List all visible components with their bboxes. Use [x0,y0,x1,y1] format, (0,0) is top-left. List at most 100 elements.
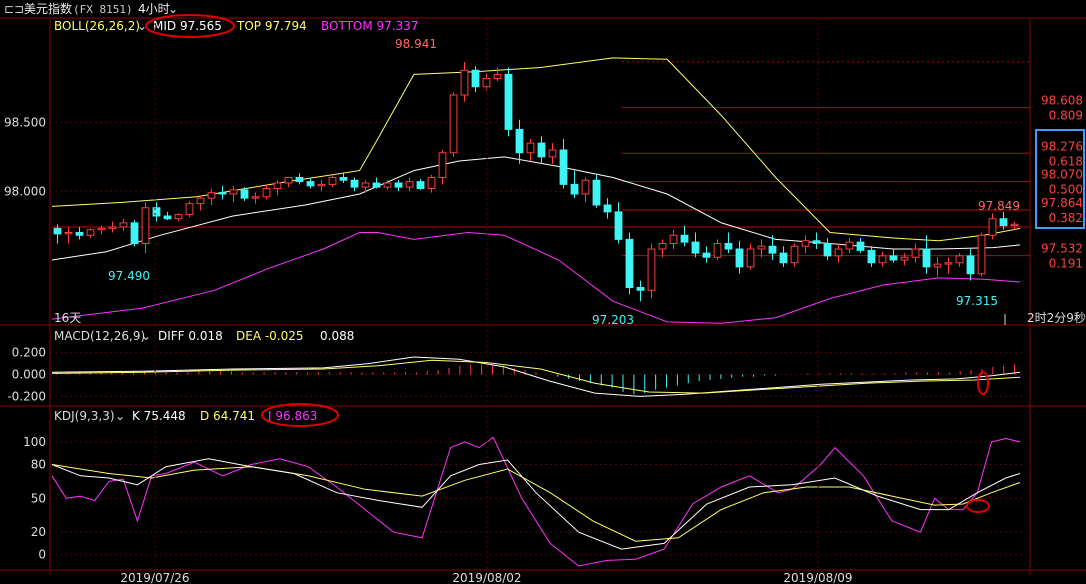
candle [702,246,711,263]
candle-body [328,177,337,185]
candle-body [163,215,172,220]
date-tick-label: 2019/08/09 [783,571,852,584]
candle [251,192,260,204]
stock-chart[interactable]: ⊏⊐ 美元指数 (FX 8151) 4小时 ⌄ 98.6080.809 98.27… [0,0,1086,584]
macd-y-axis: 0.200 0.000 -0.200 [7,346,46,404]
candle-body [933,263,942,268]
candle-body [603,204,612,213]
candle [680,225,689,247]
candle [570,170,579,199]
macd-histogram [56,364,1016,395]
candle-body [317,183,326,187]
period-selector[interactable]: 4小时 [138,2,170,16]
candle-body [746,248,755,268]
candle-body [735,248,744,268]
candle-body [86,229,95,236]
candle [790,243,799,267]
candle [471,66,480,93]
macd-grid [50,352,1026,397]
price-y-axis: 98.500 98.000 [4,116,46,199]
macd-highlight-ellipse [977,371,989,395]
candle-body [75,232,84,236]
candle-body [812,240,821,244]
macd-diff-value: DIFF 0.018 [158,329,223,343]
candle [878,251,887,267]
candle [966,249,975,281]
kdj-tick-label: 20 [31,525,46,539]
candle [559,139,568,189]
candle-body [405,181,414,188]
candle-body [306,181,315,187]
candle [218,185,227,200]
candle [988,213,997,240]
candle-body [988,218,997,236]
candle [64,227,73,244]
candle [394,180,403,192]
candle [691,232,700,258]
candle [592,174,601,208]
candle-body [273,182,282,189]
candle-body [350,179,359,188]
candle-body [460,69,469,96]
macd-tick-label: 0.200 [12,346,46,360]
candle-body [724,243,733,250]
candle [119,218,128,232]
candle [746,243,755,270]
candle [75,227,84,240]
chevron-down-icon[interactable]: ⌄ [168,2,178,16]
candle-body [922,248,931,268]
candle [933,257,942,277]
candle-body [713,243,722,258]
kdj-lines [51,436,1021,567]
candle-body [1010,223,1019,227]
candle-body [361,182,370,188]
candle [427,174,436,193]
candle [856,238,865,254]
kdj-j-line [51,436,1021,567]
candle [383,180,392,190]
macd-tick-label: -0.200 [7,389,46,403]
candle [548,143,557,164]
candle-body [647,248,656,291]
candle [724,232,733,254]
macd-label: MACD(12,26,9) [54,329,145,343]
span-days-label: 16天 [54,311,81,325]
candle-body [449,94,458,154]
instrument-code: (FX 8151) [73,3,133,16]
candle-body [790,245,799,264]
candle [405,177,414,192]
candle [900,253,909,266]
candle-body [295,177,304,183]
candle-body [691,241,700,254]
candle-body [262,188,271,198]
candle [130,220,139,247]
candle [372,177,381,189]
candle-body [427,177,436,189]
candle-body [889,255,898,261]
candle-body [152,207,161,217]
candle-body [108,226,117,229]
candle-body [471,69,480,88]
candle [504,67,513,137]
candle-body [856,241,865,251]
candle-body [845,241,854,250]
candle [889,249,898,263]
candle [922,235,931,274]
kdj-j-value: J 96.863 [267,409,317,423]
title-bar: ⊏⊐ 美元指数 (FX 8151) 4小时 ⌄ [4,1,178,16]
candle [460,62,469,102]
candle-body [515,128,524,154]
candle-body [669,234,678,244]
candle-body [944,262,953,265]
chevron-down-icon: ⌄ [141,329,151,343]
macd-tick-label: 0.000 [12,368,46,382]
candle-body [955,255,964,264]
candle-body [416,181,425,189]
candle [625,232,634,295]
high-label: 98.941 [395,37,437,51]
candle-body [680,234,689,243]
candle [229,185,238,203]
candle-body [207,192,216,199]
fib-price-label: 98.608 [1041,94,1083,108]
fib-ratio-label: 0.809 [1049,109,1083,123]
